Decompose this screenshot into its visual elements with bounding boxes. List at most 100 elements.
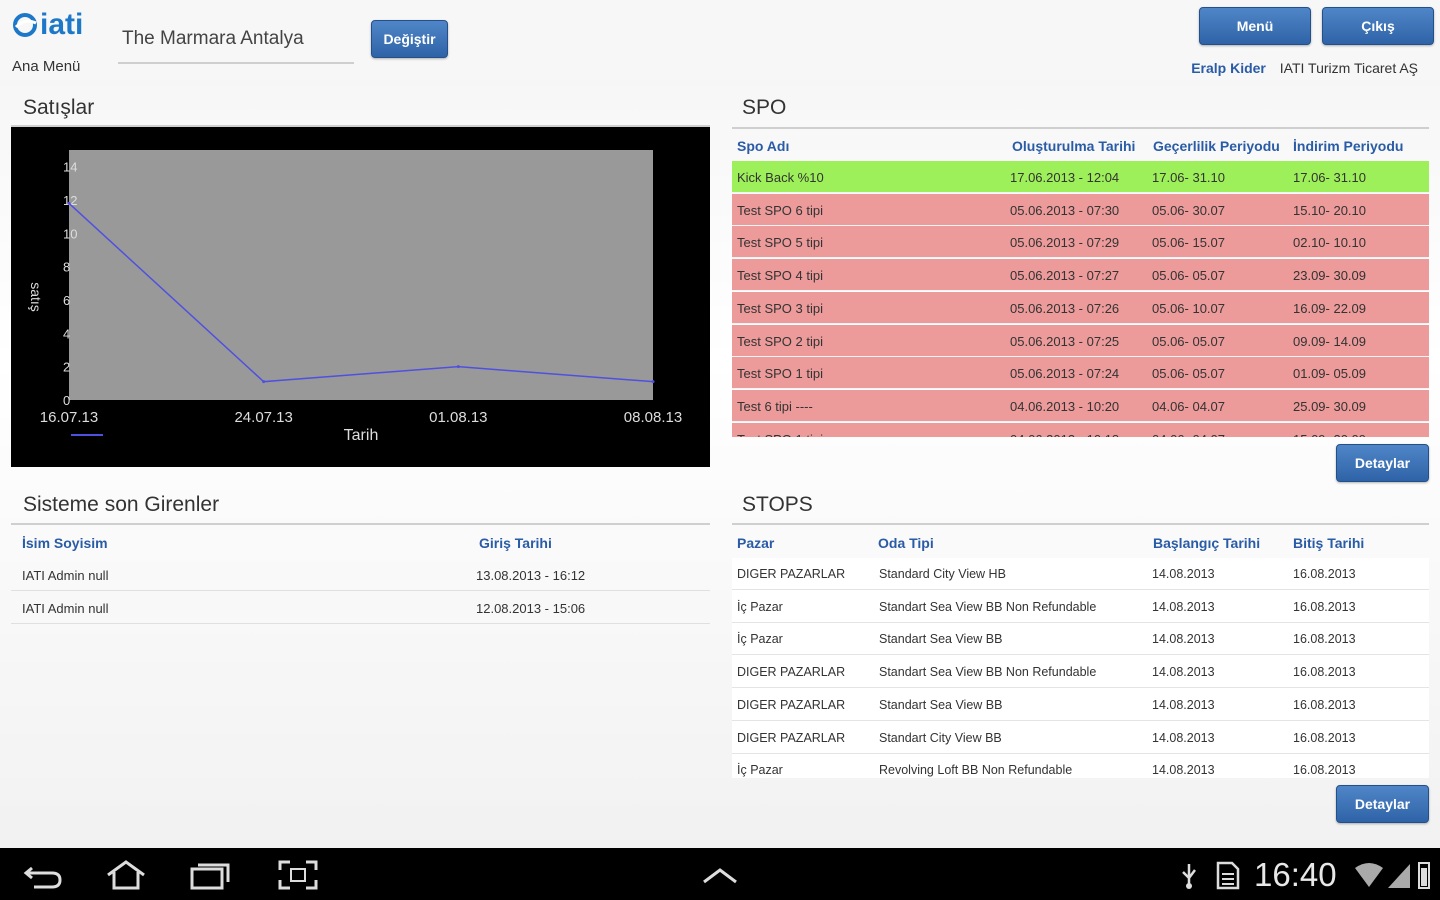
spo-name-cell: Test SPO 1 tipi	[737, 432, 823, 437]
usb-icon	[1182, 864, 1196, 889]
top-header: iati Ana Menü The Marmara Antalya Değişt…	[0, 0, 1440, 80]
stops-room-cell: Revolving Loft BB Non Refundable	[879, 763, 1073, 778]
login-row[interactable]: IATI Admin null 12.08.2013 - 15:06	[11, 592, 710, 624]
stops-room-cell: Standart Sea View BB Non Refundable	[879, 599, 1097, 614]
home-icon[interactable]	[104, 860, 148, 890]
user-name[interactable]: Eralp Kider	[1191, 60, 1266, 76]
sales-chart: 0 2 4 6 8 10 12 14 16.07.13 24.07.13 01.08.13 08.08…	[11, 127, 710, 467]
stops-row[interactable]: DIGER PAZARLAR Standart Sea View BB Non R…	[732, 656, 1429, 689]
spo-discount-cell: 23.09- 30.09	[1293, 268, 1367, 284]
spo-row[interactable]: Test SPO 5 tipi 05.06.2013 - 07:29 05.06- …	[732, 226, 1429, 259]
spo-created-cell: 17.06.2013 - 12:04	[1010, 170, 1120, 185]
stops-market-cell: İç Pazar	[737, 599, 783, 614]
spo-col-name[interactable]: Spo Adı	[737, 138, 789, 154]
spo-col-created[interactable]: Oluşturulma Tarihi	[1012, 138, 1135, 154]
spo-valid-cell: 05.06- 05.07	[1152, 333, 1226, 349]
stops-market-cell: DIGER PAZARLAR	[737, 697, 846, 712]
stops-details-button[interactable]: Detaylar	[1336, 785, 1429, 823]
main-menu-link[interactable]: Ana Menü	[12, 58, 80, 75]
stops-col-start[interactable]: Başlangıç Tarihi	[1153, 535, 1260, 551]
spo-valid-cell: 05.06- 05.07	[1152, 366, 1226, 382]
spo-row[interactable]: Test 6 tipi ---- 04.06.2013 - 10:20 04.06-…	[732, 389, 1429, 422]
stops-market-cell: İç Pazar	[737, 632, 783, 647]
spo-row[interactable]: Test SPO 1 tipi 04.06.2013 - 10:18 04.06- …	[732, 422, 1429, 437]
login-name-cell: IATI Admin null	[22, 568, 109, 583]
spo-created-cell: 05.06.2013 - 07:27	[1010, 268, 1120, 284]
sales-chart-svg: 0 2 4 6 8 10 12 14 16.07.13 24.07.13 01.08.13 08.08…	[28, 150, 682, 444]
login-row[interactable]: IATI Admin null 13.08.2013 - 16:12	[11, 559, 710, 591]
chart-x-tick-label: 01.08.13	[429, 409, 487, 426]
stops-room-cell: Standart Sea View BB	[879, 697, 1003, 712]
spo-table-header: Spo Adı Oluşturulma Tarihi Geçerlilik Pe…	[732, 130, 1429, 162]
stops-row[interactable]: DIGER PAZARLAR Standart City View BB 14.08…	[732, 721, 1429, 754]
stops-row[interactable]: DIGER PAZARLAR Standard City View HB 14.08…	[732, 558, 1429, 590]
stops-title: STOPS	[742, 493, 813, 516]
document-icon	[1216, 861, 1240, 890]
back-icon[interactable]	[22, 860, 66, 890]
spo-discount-cell: 15.09- 20.09	[1293, 432, 1366, 437]
stops-end-cell: 16.08.2013	[1293, 763, 1356, 778]
spo-row[interactable]: Test SPO 1 tipi 05.06.2013 - 07:24 05.06- …	[732, 357, 1429, 390]
login-name-cell: IATI Admin null	[22, 601, 109, 616]
spo-name-cell: Kick Back %10	[737, 170, 824, 185]
stops-end-cell: 16.08.2013	[1293, 599, 1356, 614]
spo-created-cell: 05.06.2013 - 07:25	[1010, 333, 1120, 349]
stops-table[interactable]: DIGER PAZARLAR Standard City View HB 14.08…	[732, 558, 1429, 778]
logins-col-name[interactable]: İsim Soyisim	[22, 535, 108, 551]
stops-col-market[interactable]: Pazar	[737, 535, 774, 551]
spo-row[interactable]: Test SPO 4 tipi 05.06.2013 - 07:27 05.06- …	[732, 259, 1429, 292]
spo-discount-cell: 09.09- 14.09	[1293, 333, 1367, 349]
stops-table-header: Pazar Oda Tipi Başlangıç Tarihi Bitiş Ta…	[732, 527, 1429, 559]
stops-market-cell: İç Pazar	[737, 763, 783, 778]
stops-row[interactable]: İç Pazar Revolving Loft BB Non Refundable…	[732, 754, 1429, 778]
spo-discount-cell: 16.09- 22.09	[1293, 300, 1367, 316]
app-logo[interactable]: iati	[12, 8, 83, 42]
stops-row[interactable]: DIGER PAZARLAR Standart Sea View BB 14.08.…	[732, 688, 1429, 721]
logout-button[interactable]: Çıkış	[1322, 7, 1434, 45]
menu-button[interactable]: Menü	[1199, 7, 1311, 45]
chart-data-point	[262, 380, 266, 384]
spo-valid-cell: 05.06- 30.07	[1152, 202, 1226, 218]
spo-name-cell: Test 6 tipi ----	[737, 398, 813, 414]
chart-y-tick-label: 4	[63, 326, 70, 341]
spo-name-cell: Test SPO 2 tipi	[737, 333, 823, 349]
spo-discount-cell: 15.10- 20.10	[1293, 202, 1367, 218]
spo-row[interactable]: Test SPO 3 tipi 05.06.2013 - 07:26 05.06- …	[732, 291, 1429, 324]
stops-room-cell: Standart City View BB	[879, 730, 1002, 745]
chart-y-tick-label: 2	[63, 360, 70, 375]
logins-col-date[interactable]: Giriş Tarihi	[479, 535, 552, 551]
chart-y-tick-label: 6	[63, 293, 70, 308]
stops-room-cell: Standart Sea View BB Non Refundable	[879, 665, 1097, 680]
spo-col-discount[interactable]: İndirim Periyodu	[1293, 138, 1403, 154]
change-hotel-button[interactable]: Değiştir	[371, 20, 448, 58]
chevron-up-icon[interactable]	[698, 860, 742, 890]
chart-y-tick-label: 0	[63, 393, 70, 408]
stops-row[interactable]: İç Pazar Standart Sea View BB 14.08.2013 16…	[732, 623, 1429, 656]
spo-name-cell: Test SPO 1 tipi	[737, 366, 823, 382]
stops-start-cell: 14.08.2013	[1152, 567, 1215, 581]
chart-x-tick-label: 16.07.13	[40, 409, 98, 426]
spo-name-cell: Test SPO 4 tipi	[737, 268, 823, 284]
chart-x-tick-label: 24.07.13	[234, 409, 292, 426]
spo-row[interactable]: Test SPO 6 tipi 05.06.2013 - 07:30 05.06- …	[732, 193, 1429, 226]
spo-valid-cell: 04.06- 04.07	[1152, 432, 1225, 437]
spo-details-button[interactable]: Detaylar	[1336, 444, 1429, 482]
chart-y-tick-label: 14	[63, 160, 77, 175]
recent-apps-icon[interactable]	[188, 860, 232, 890]
spo-discount-cell: 01.09- 05.09	[1293, 366, 1367, 382]
chart-y-tick-label: 8	[63, 260, 70, 275]
stops-col-room[interactable]: Oda Tipi	[878, 535, 934, 551]
stops-col-end[interactable]: Bitiş Tarihi	[1293, 535, 1364, 551]
logins-table: İsim Soyisim Giriş Tarihi IATI Admin nul…	[11, 527, 710, 627]
logins-title: Sisteme son Girenler	[23, 493, 220, 516]
system-nav-bar: 16:40	[0, 848, 1440, 900]
spo-valid-cell: 05.06- 05.07	[1152, 268, 1226, 284]
stops-divider	[732, 523, 1429, 525]
spo-row[interactable]: Kick Back %10 17.06.2013 - 12:04 17.06- 31…	[732, 161, 1429, 193]
spo-table[interactable]: Kick Back %10 17.06.2013 - 12:04 17.06- 31…	[732, 161, 1429, 437]
spo-col-valid[interactable]: Geçerlilik Periyodu	[1153, 138, 1280, 154]
stops-row[interactable]: İç Pazar Standart Sea View BB Non Refunda…	[732, 590, 1429, 623]
chart-y-axis-label: satış	[28, 282, 44, 312]
screenshot-icon[interactable]	[276, 860, 320, 890]
spo-row[interactable]: Test SPO 2 tipi 05.06.2013 - 07:25 05.06- …	[732, 324, 1429, 357]
